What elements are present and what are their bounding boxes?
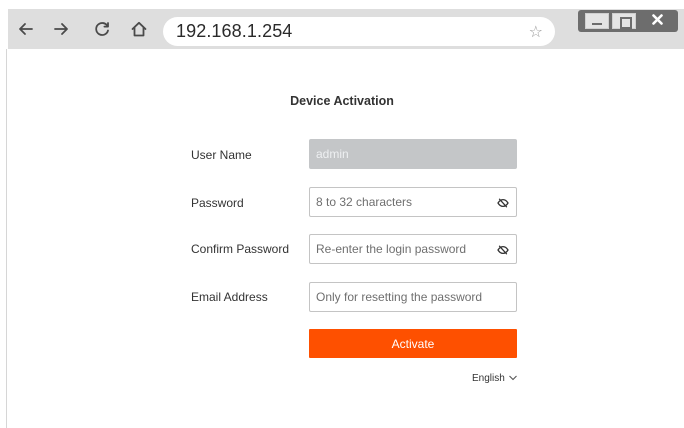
eye-hidden-icon[interactable]: [497, 243, 509, 255]
window-controls: [578, 10, 678, 32]
email-label: Email Address: [191, 290, 268, 304]
window-left-edge: [0, 0, 8, 49]
email-input[interactable]: [316, 290, 486, 304]
chevron-down-icon: [508, 373, 517, 384]
window-top-edge: [0, 0, 684, 9]
username-field: [309, 139, 517, 169]
home-button[interactable]: [128, 20, 150, 42]
back-button[interactable]: [15, 20, 37, 42]
email-field[interactable]: [309, 282, 517, 312]
arrow-right-icon: [52, 20, 70, 43]
star-icon[interactable]: ☆: [529, 22, 543, 41]
password-label: Password: [191, 196, 244, 210]
browser-toolbar: 192.168.1.254 ☆: [0, 0, 684, 49]
close-icon: [651, 12, 663, 30]
confirm-password-label: Confirm Password: [191, 242, 290, 256]
activate-button[interactable]: Activate: [309, 329, 517, 358]
forward-button[interactable]: [50, 20, 72, 42]
url-text: 192.168.1.254: [176, 21, 293, 41]
page-title: Device Activation: [290, 94, 394, 108]
username-label: User Name: [191, 148, 252, 162]
minimize-icon[interactable]: [585, 13, 609, 29]
password-field[interactable]: [309, 187, 517, 217]
language-label: English: [472, 373, 505, 384]
password-input[interactable]: [316, 195, 486, 209]
reload-icon: [93, 20, 111, 43]
reload-button[interactable]: [91, 20, 113, 42]
eye-hidden-icon[interactable]: [497, 196, 509, 208]
home-icon: [130, 20, 148, 43]
address-bar[interactable]: 192.168.1.254 ☆: [163, 17, 555, 46]
language-selector[interactable]: English: [472, 373, 517, 384]
username-input: [316, 147, 486, 161]
maximize-icon[interactable]: [612, 13, 636, 29]
confirm-password-input[interactable]: [316, 242, 486, 256]
arrow-left-icon: [17, 20, 35, 43]
confirm-password-field[interactable]: [309, 234, 517, 264]
close-window-button[interactable]: [640, 12, 674, 30]
